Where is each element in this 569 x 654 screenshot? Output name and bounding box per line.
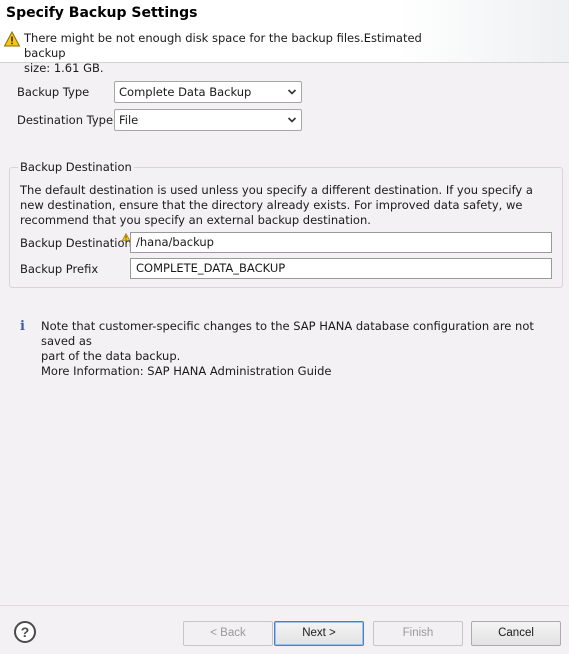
next-button[interactable]: Next > xyxy=(274,621,364,646)
note-line-3: More Information: SAP HANA Administratio… xyxy=(41,364,332,378)
backup-destination-label: Backup Destination xyxy=(20,236,132,250)
backup-destination-description: The default destination is used unless y… xyxy=(20,183,533,227)
backup-destination-group-title: Backup Destination xyxy=(18,160,134,174)
back-button[interactable]: < Back xyxy=(183,621,273,646)
backup-type-label: Backup Type xyxy=(17,85,90,99)
backup-destination-input[interactable]: /hana/backup xyxy=(130,232,552,253)
finish-button[interactable]: Finish xyxy=(373,621,463,646)
warning-triangle-icon xyxy=(122,233,130,241)
backup-prefix-label: Backup Prefix xyxy=(20,262,99,276)
destination-type-value: File xyxy=(119,113,139,127)
destination-type-select[interactable]: File xyxy=(114,109,302,131)
cancel-button[interactable]: Cancel xyxy=(471,621,561,646)
backup-type-select[interactable]: Complete Data Backup xyxy=(114,81,302,103)
backup-type-value: Complete Data Backup xyxy=(119,85,252,99)
warning-triangle-icon xyxy=(4,31,20,47)
note-line-1: Note that customer-specific changes to t… xyxy=(41,319,534,348)
note-line-2: part of the data backup. xyxy=(41,349,181,363)
warning-line-2: size: 1.61 GB. xyxy=(24,61,104,75)
destination-type-label: Destination Type xyxy=(17,113,114,127)
warning-line-1: There might be not enough disk space for… xyxy=(24,31,422,60)
page-title: Specify Backup Settings xyxy=(6,5,198,21)
disk-space-warning: There might be not enough disk space for… xyxy=(24,31,444,76)
backup-prefix-input[interactable]: COMPLETE_DATA_BACKUP xyxy=(130,258,552,279)
chevron-down-icon xyxy=(287,117,297,123)
wizard-header: Specify Backup Settings There might be n… xyxy=(0,0,569,75)
configuration-note: Note that customer-specific changes to t… xyxy=(41,319,561,379)
chevron-down-icon xyxy=(287,89,297,95)
help-icon[interactable]: ? xyxy=(14,621,36,643)
footer-separator xyxy=(0,605,569,606)
info-icon: i xyxy=(20,319,25,334)
